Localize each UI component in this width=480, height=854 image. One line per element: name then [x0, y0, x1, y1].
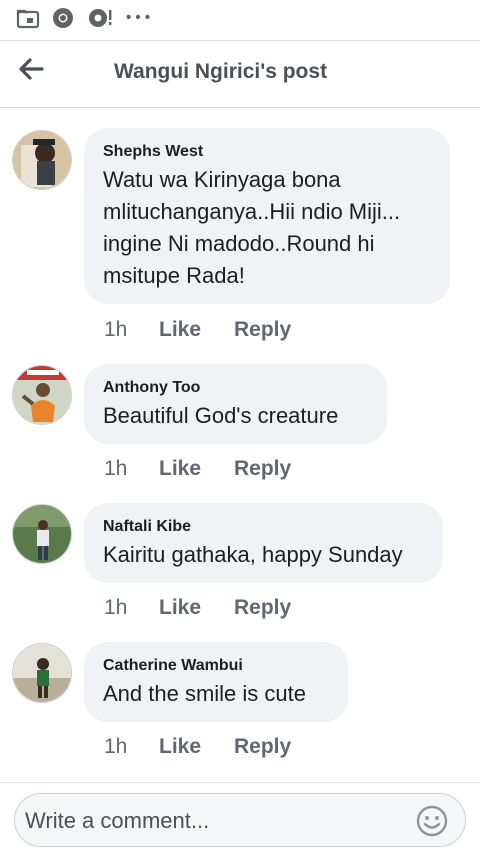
avatar[interactable]	[12, 130, 72, 190]
smiley-icon	[415, 805, 449, 842]
chrome-icon	[52, 7, 74, 34]
comment-bubble[interactable]: Naftali Kibe Kairitu gathaka, happy Sund…	[84, 503, 443, 583]
page-title: Wangui Ngirici's post	[114, 60, 328, 83]
comment-author[interactable]: Catherine Wambui	[103, 656, 328, 676]
comment-author[interactable]: Anthony Too	[103, 378, 367, 398]
comment-text: Beautiful God's creature	[103, 403, 339, 428]
comment-input[interactable]	[25, 806, 405, 836]
like-button[interactable]: Like	[159, 318, 201, 342]
more-dots-icon: • • •	[126, 9, 151, 26]
comment-composer-bar	[0, 782, 480, 854]
settings-notification-icon	[88, 7, 114, 34]
reply-button[interactable]: Reply	[234, 457, 291, 481]
like-button[interactable]: Like	[159, 457, 201, 481]
status-bar: • • •	[0, 0, 480, 40]
like-button[interactable]: Like	[159, 735, 201, 759]
comment-bubble[interactable]: Catherine Wambui And the smile is cute	[84, 642, 348, 722]
folder-calendar-icon	[16, 7, 40, 34]
like-button[interactable]: Like	[159, 596, 201, 620]
arrow-left-icon	[16, 58, 46, 87]
comment-text: And the smile is cute	[103, 681, 306, 706]
emoji-button[interactable]	[415, 804, 449, 838]
comment-bubble[interactable]: Anthony Too Beautiful God's creature	[84, 364, 387, 444]
comment-time: 1h	[104, 596, 128, 619]
comment-author[interactable]: Naftali Kibe	[103, 517, 423, 537]
comment-time: 1h	[104, 318, 128, 341]
comment-text: Kairitu gathaka, happy Sunday	[103, 542, 403, 567]
comment-text: Watu wa Kirinyaga bona mlituchanganya..H…	[103, 167, 401, 288]
avatar[interactable]	[12, 365, 72, 425]
avatar[interactable]	[12, 504, 72, 564]
avatar[interactable]	[12, 643, 72, 703]
comment-time: 1h	[104, 735, 128, 758]
reply-button[interactable]: Reply	[234, 735, 291, 759]
reply-button[interactable]: Reply	[234, 596, 291, 620]
comment-time: 1h	[104, 457, 128, 480]
comment-composer[interactable]	[14, 793, 466, 847]
comment-author[interactable]: Shephs West	[103, 142, 430, 162]
comment-bubble[interactable]: Shephs West Watu wa Kirinyaga bona mlitu…	[84, 128, 450, 304]
reply-button[interactable]: Reply	[234, 318, 291, 342]
post-header: Wangui Ngirici's post	[0, 40, 480, 108]
back-button[interactable]	[16, 55, 56, 87]
